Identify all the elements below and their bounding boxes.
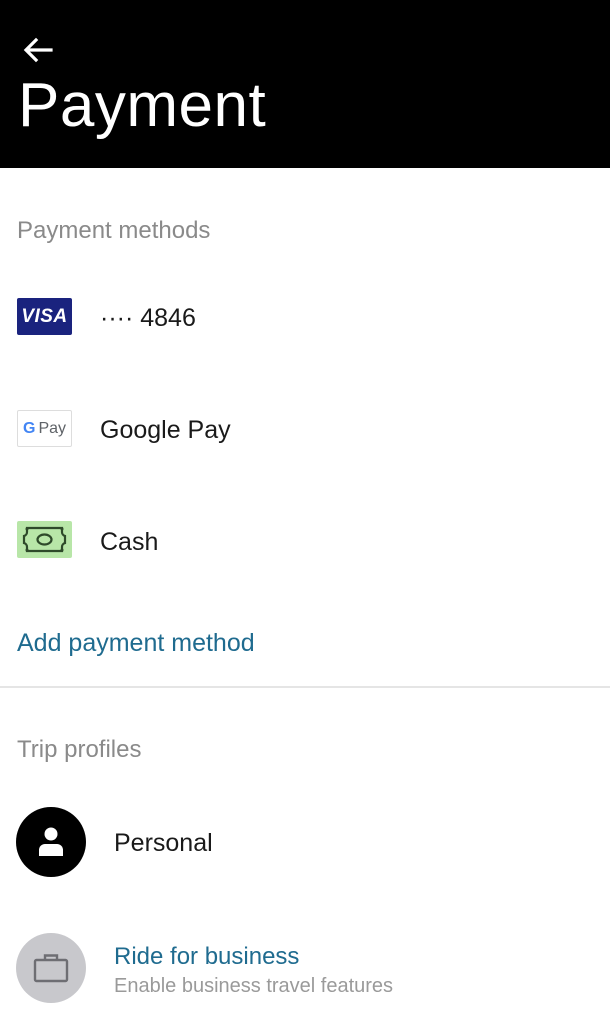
visa-card-icon: VISA — [17, 298, 72, 335]
briefcase-icon — [16, 933, 86, 1003]
page-title: Payment — [18, 71, 267, 140]
trip-profile-label: Personal — [114, 829, 213, 857]
payment-method-label: Cash — [100, 528, 159, 556]
payment-method-google-pay[interactable]: G Pay Google Pay — [0, 384, 610, 474]
trip-profile-personal[interactable]: Personal — [0, 800, 610, 890]
payment-methods-heading: Payment methods — [17, 217, 211, 244]
payment-method-label: Google Pay — [100, 416, 231, 444]
cash-icon — [17, 521, 72, 558]
person-icon — [16, 807, 86, 877]
google-pay-icon: G Pay — [17, 410, 72, 447]
back-button[interactable] — [16, 30, 60, 70]
add-payment-method-link[interactable]: Add payment method — [17, 628, 255, 658]
ride-for-business-subtitle: Enable business travel features — [114, 975, 394, 997]
payment-method-label: ···· 4846 — [100, 304, 196, 332]
trip-profiles-heading: Trip profiles — [17, 736, 142, 763]
arrow-left-icon — [23, 37, 53, 63]
ride-for-business-link[interactable]: Ride for business — [114, 942, 299, 972]
app-header: Payment — [0, 0, 610, 168]
payment-method-cash[interactable]: Cash — [0, 496, 610, 586]
section-divider — [0, 686, 610, 688]
payment-method-visa[interactable]: VISA ···· 4846 — [0, 272, 610, 362]
